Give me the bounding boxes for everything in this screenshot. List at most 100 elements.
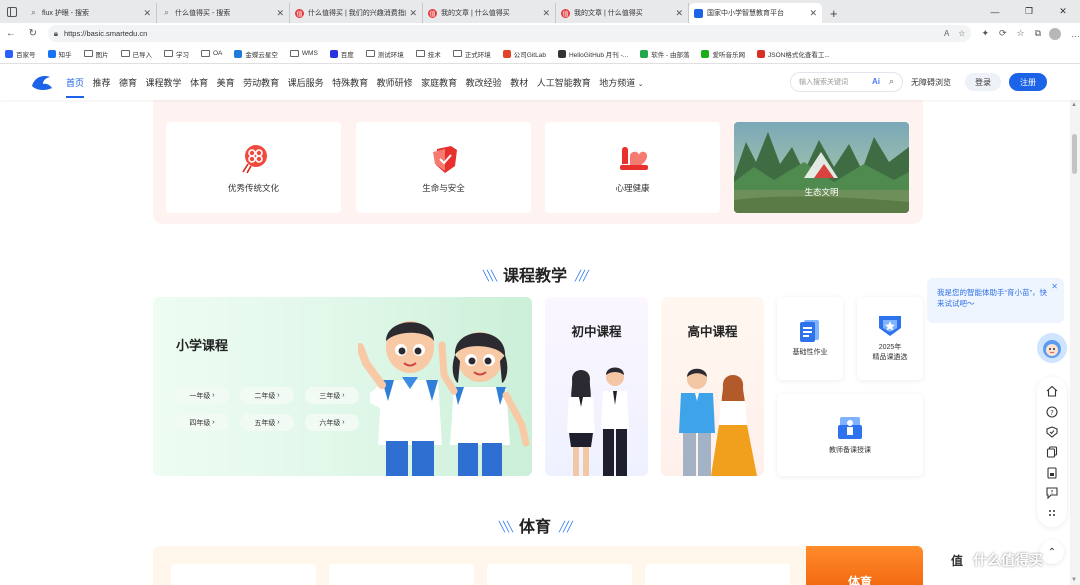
new-tab-icon[interactable]: + — [822, 3, 846, 23]
scroll-up-icon[interactable]: ▲ — [1071, 102, 1077, 108]
bookmark-item[interactable]: 正式环境 — [452, 49, 491, 59]
card-senior-high-courses[interactable]: 高中课程 — [661, 297, 764, 476]
nav-course[interactable]: 课程教学 — [146, 76, 182, 89]
bookmark-item[interactable]: 公司GitLab — [502, 49, 546, 59]
copy-icon[interactable] — [1046, 446, 1059, 459]
nav-teacher[interactable]: 教师研修 — [377, 76, 413, 89]
bookmark-item[interactable]: 爱听音乐网 — [701, 49, 745, 59]
card-teacher-prep[interactable]: 教师备课授课 — [777, 394, 923, 476]
page-scrollbar[interactable]: ▲ ▼ — [1070, 100, 1080, 585]
restore-icon[interactable]: ❐ — [1012, 6, 1046, 17]
bookmark-item[interactable]: 知乎 — [47, 49, 72, 59]
bookmark-item[interactable]: 金蝶云星空 — [234, 49, 278, 59]
nav-reform[interactable]: 教改经验 — [466, 76, 502, 89]
help-icon[interactable]: ? — [1046, 405, 1059, 418]
nav-sports[interactable]: 体育 — [190, 76, 208, 89]
nav-local-channel[interactable]: 地方频道 ⌄ — [599, 76, 643, 89]
more-menu-icon[interactable]: … — [1071, 29, 1080, 39]
close-icon[interactable]: ✕ — [1051, 281, 1058, 293]
register-button[interactable]: 注册 — [1009, 73, 1047, 91]
nav-textbook[interactable]: 教材 — [510, 76, 528, 89]
grade-button-4[interactable]: 四年级 › — [175, 414, 229, 431]
close-tab-icon[interactable]: ✕ — [276, 8, 284, 19]
grade-button-2[interactable]: 二年级 › — [240, 387, 294, 404]
grade-button-1[interactable]: 一年级 › — [175, 387, 229, 404]
close-tab-icon[interactable]: ✕ — [542, 8, 550, 19]
browser-tab-5[interactable]: 国家中小学智慧教育平台 ✕ — [689, 3, 822, 23]
nav-arts[interactable]: 美育 — [217, 76, 235, 89]
minimize-icon[interactable]: — — [978, 7, 1012, 17]
bookmark-item[interactable]: WMS — [289, 50, 318, 57]
sports-card[interactable] — [487, 564, 632, 585]
bookmark-item[interactable]: 学习 — [164, 49, 189, 59]
close-window-icon[interactable]: ✕ — [1046, 6, 1080, 17]
mini-program-icon[interactable] — [1046, 507, 1059, 520]
browser-tab-4[interactable]: 值 我的文章 | 什么值得买 ✕ — [556, 3, 689, 23]
browser-tab-1[interactable]: ⌕ 什么值得买 - 搜索 ✕ — [157, 3, 290, 23]
grade-button-6[interactable]: 六年级 › — [305, 414, 359, 431]
shield-check-icon[interactable] — [1046, 426, 1059, 439]
browser-tab-2[interactable]: 值 什么值得买 | 我们的兴趣消费指南 ✕ — [290, 3, 423, 23]
bookmark-item[interactable]: 已导入 — [120, 49, 152, 59]
sports-banner[interactable]: 体育 — [806, 546, 923, 585]
close-tab-icon[interactable]: ✕ — [409, 8, 417, 19]
nav-special-ed[interactable]: 特殊教育 — [332, 76, 368, 89]
browser-tab-0[interactable]: ⌕ flux 护眼 - 搜索 ✕ — [24, 3, 157, 23]
bookmark-item[interactable]: 图片 — [83, 49, 109, 59]
sports-card[interactable] — [645, 564, 790, 585]
sports-card[interactable] — [329, 564, 474, 585]
ai-search-icon[interactable]: Ai — [872, 77, 880, 86]
url-field[interactable]: 🔒︎ https://basic.smartedu.cn A ☆ — [47, 25, 972, 42]
nav-after-school[interactable]: 课后服务 — [288, 76, 324, 89]
bookmark-item[interactable]: 百度 — [329, 49, 354, 59]
card-mental-health[interactable]: 心理健康 — [545, 122, 720, 213]
bookmark-item[interactable]: HelloGitHub 月刊 -... — [557, 49, 628, 59]
extensions-icon[interactable]: ✦ — [981, 28, 989, 39]
assistant-avatar[interactable] — [1037, 333, 1067, 363]
card-primary-courses[interactable]: 小学课程 一年级 › 二年级 › 三年级 › 四年级 › 五年级 › 六年级 › — [153, 297, 532, 476]
grade-button-5[interactable]: 五年级 › — [240, 414, 294, 431]
close-tab-icon[interactable]: ✕ — [675, 8, 683, 19]
nav-labor[interactable]: 劳动教育 — [243, 76, 279, 89]
smartedu-logo-icon[interactable] — [30, 72, 54, 92]
nav-recommend[interactable]: 推荐 — [93, 76, 111, 89]
scrollbar-thumb[interactable] — [1072, 134, 1077, 174]
bookmark-item[interactable]: 软件 - 由部落 — [640, 49, 689, 59]
search-input[interactable]: 输入搜索关键词 Ai ⌕ — [790, 72, 903, 92]
back-to-top-button[interactable]: ⌃ — [1040, 540, 1064, 564]
favorite-star-icon[interactable]: ☆ — [958, 29, 965, 38]
report-icon[interactable] — [1046, 466, 1059, 479]
search-icon[interactable]: ⌕ — [889, 76, 894, 87]
refresh-icon[interactable]: ↻ — [22, 28, 44, 39]
bookmark-item[interactable]: JSON格式化查看工... — [756, 49, 830, 59]
close-tab-icon[interactable]: ✕ — [809, 8, 817, 19]
nav-moral[interactable]: 德育 — [119, 76, 137, 89]
card-traditional-culture[interactable]: 优秀传统文化 — [166, 122, 341, 213]
close-tab-icon[interactable]: ✕ — [143, 8, 151, 19]
card-ecological-civilization[interactable]: 生态文明 — [734, 122, 909, 213]
profile-avatar[interactable] — [1049, 27, 1061, 40]
login-button[interactable]: 登录 — [965, 73, 1001, 91]
card-basic-homework[interactable]: 基础性作业 — [777, 297, 843, 380]
scroll-down-icon[interactable]: ▼ — [1071, 577, 1077, 583]
nav-home[interactable]: 首页 — [66, 76, 85, 98]
card-junior-high-courses[interactable]: 初中课程 — [545, 297, 648, 476]
sync-icon[interactable]: ⟳ — [999, 28, 1007, 39]
feedback-icon[interactable] — [1046, 486, 1059, 499]
bookmark-item[interactable]: OA — [201, 50, 222, 57]
bookmark-item[interactable]: 百家号 — [5, 49, 36, 59]
card-life-safety[interactable]: 生命与安全 — [356, 122, 531, 213]
favorites-icon[interactable]: ☆ — [1017, 28, 1025, 39]
back-icon[interactable]: ← — [0, 28, 22, 39]
browser-tab-3[interactable]: 值 我的文章 | 什么值得买 ✕ — [423, 3, 556, 23]
nav-family[interactable]: 家庭教育 — [421, 76, 457, 89]
bookmark-item[interactable]: 测试环境 — [365, 49, 404, 59]
grade-button-3[interactable]: 三年级 › — [305, 387, 359, 404]
bookmark-item[interactable]: 技术 — [415, 49, 441, 59]
nav-ai-edu[interactable]: 人工智能教育 — [537, 76, 591, 89]
accessibility-link[interactable]: 无障碍浏览 — [911, 77, 951, 88]
translate-icon[interactable]: A — [944, 29, 949, 38]
card-selected-lessons[interactable]: 2025年 精品课遴选 — [857, 297, 923, 380]
home-icon[interactable] — [1046, 385, 1059, 398]
workspaces-icon[interactable] — [0, 0, 24, 23]
